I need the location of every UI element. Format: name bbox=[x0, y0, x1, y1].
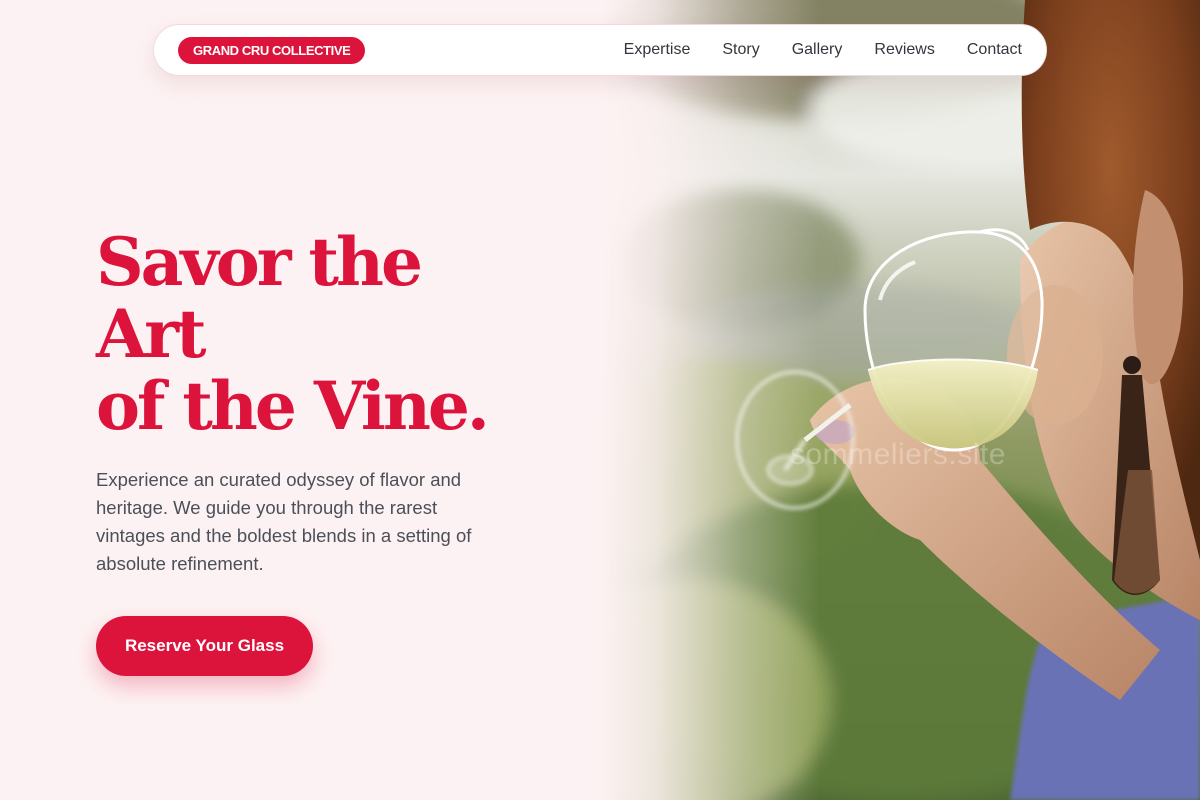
hero-image: sommeliers.site bbox=[600, 0, 1200, 800]
nav-link-story[interactable]: Story bbox=[722, 41, 759, 59]
headline-line-2: Art bbox=[96, 295, 206, 373]
nav-link-expertise[interactable]: Expertise bbox=[624, 41, 691, 59]
nav-link-gallery[interactable]: Gallery bbox=[792, 41, 843, 59]
nav-links: Expertise Story Gallery Reviews Contact bbox=[624, 41, 1022, 59]
nav-link-contact[interactable]: Contact bbox=[967, 41, 1022, 59]
nav-link-reviews[interactable]: Reviews bbox=[874, 41, 934, 59]
brand-logo[interactable]: GRAND CRU COLLECTIVE bbox=[178, 36, 366, 64]
hero-subtitle: Experience an curated odyssey of flavor … bbox=[96, 469, 472, 574]
headline-line-1: Savor the bbox=[96, 223, 423, 301]
hero-headline: Savor the Art of the Vine. bbox=[96, 226, 556, 442]
landing-page: sommeliers.site GRAND CRU COLLECTIVE Exp… bbox=[0, 0, 1200, 800]
headline-line-3: of the Vine. bbox=[96, 367, 490, 445]
top-navigation: GRAND CRU COLLECTIVE Expertise Story Gal… bbox=[153, 24, 1047, 76]
reserve-glass-button[interactable]: Reserve Your Glass bbox=[96, 616, 313, 676]
hero-section: Savor the Art of the Vine. Experience an… bbox=[96, 226, 556, 578]
woman-drinking-wine-illustration bbox=[600, 0, 1200, 800]
